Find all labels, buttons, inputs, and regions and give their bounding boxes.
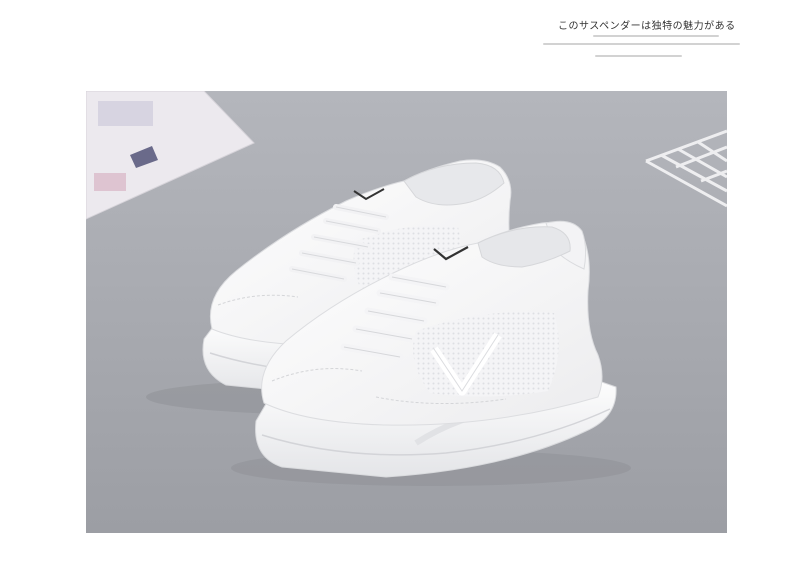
description-line: [593, 35, 719, 37]
header: このサスペンダーは独特の魅力がある: [0, 0, 790, 90]
product-photo: [86, 91, 727, 533]
description-line: [543, 43, 740, 45]
sneakers-illustration: [86, 91, 727, 533]
description-line: [595, 55, 682, 57]
page-title: このサスペンダーは独特の魅力がある: [558, 21, 736, 32]
